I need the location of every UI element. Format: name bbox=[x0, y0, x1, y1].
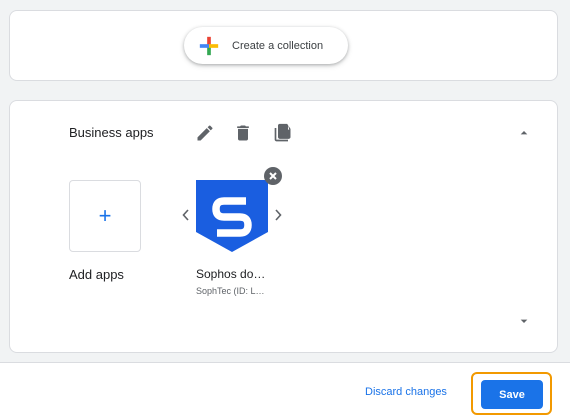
save-button[interactable]: Save bbox=[481, 380, 543, 409]
sophos-app-tile[interactable] bbox=[196, 180, 268, 252]
app-name: Sophos do… bbox=[196, 267, 266, 281]
remove-app-icon[interactable] bbox=[264, 167, 282, 185]
delete-icon[interactable] bbox=[233, 123, 253, 143]
caret-up-icon[interactable] bbox=[516, 125, 532, 141]
chevron-right-icon[interactable] bbox=[272, 207, 284, 223]
caret-down-icon[interactable] bbox=[516, 313, 532, 329]
collection-title: Business apps bbox=[69, 125, 154, 140]
business-apps-collection: Business apps + Add apps Sophos do… Soph… bbox=[9, 100, 558, 353]
sophos-shield-logo bbox=[196, 180, 268, 252]
app-developer: SophTec (ID: L… bbox=[196, 286, 265, 296]
copy-icon[interactable] bbox=[273, 123, 293, 143]
footer-bar: Discard changes Save bbox=[0, 362, 570, 420]
create-collection-card: Create a collection bbox=[9, 10, 558, 81]
add-icon: + bbox=[98, 203, 112, 228]
edit-icon[interactable] bbox=[195, 123, 215, 143]
create-collection-label: Create a collection bbox=[232, 39, 324, 52]
multicolor-plus-icon bbox=[199, 36, 219, 55]
add-apps-button[interactable]: + bbox=[69, 180, 141, 252]
chevron-left-icon[interactable] bbox=[180, 207, 192, 223]
add-apps-label: Add apps bbox=[69, 267, 124, 282]
create-collection-button[interactable]: Create a collection bbox=[184, 27, 348, 64]
discard-changes-button[interactable]: Discard changes bbox=[365, 386, 447, 398]
